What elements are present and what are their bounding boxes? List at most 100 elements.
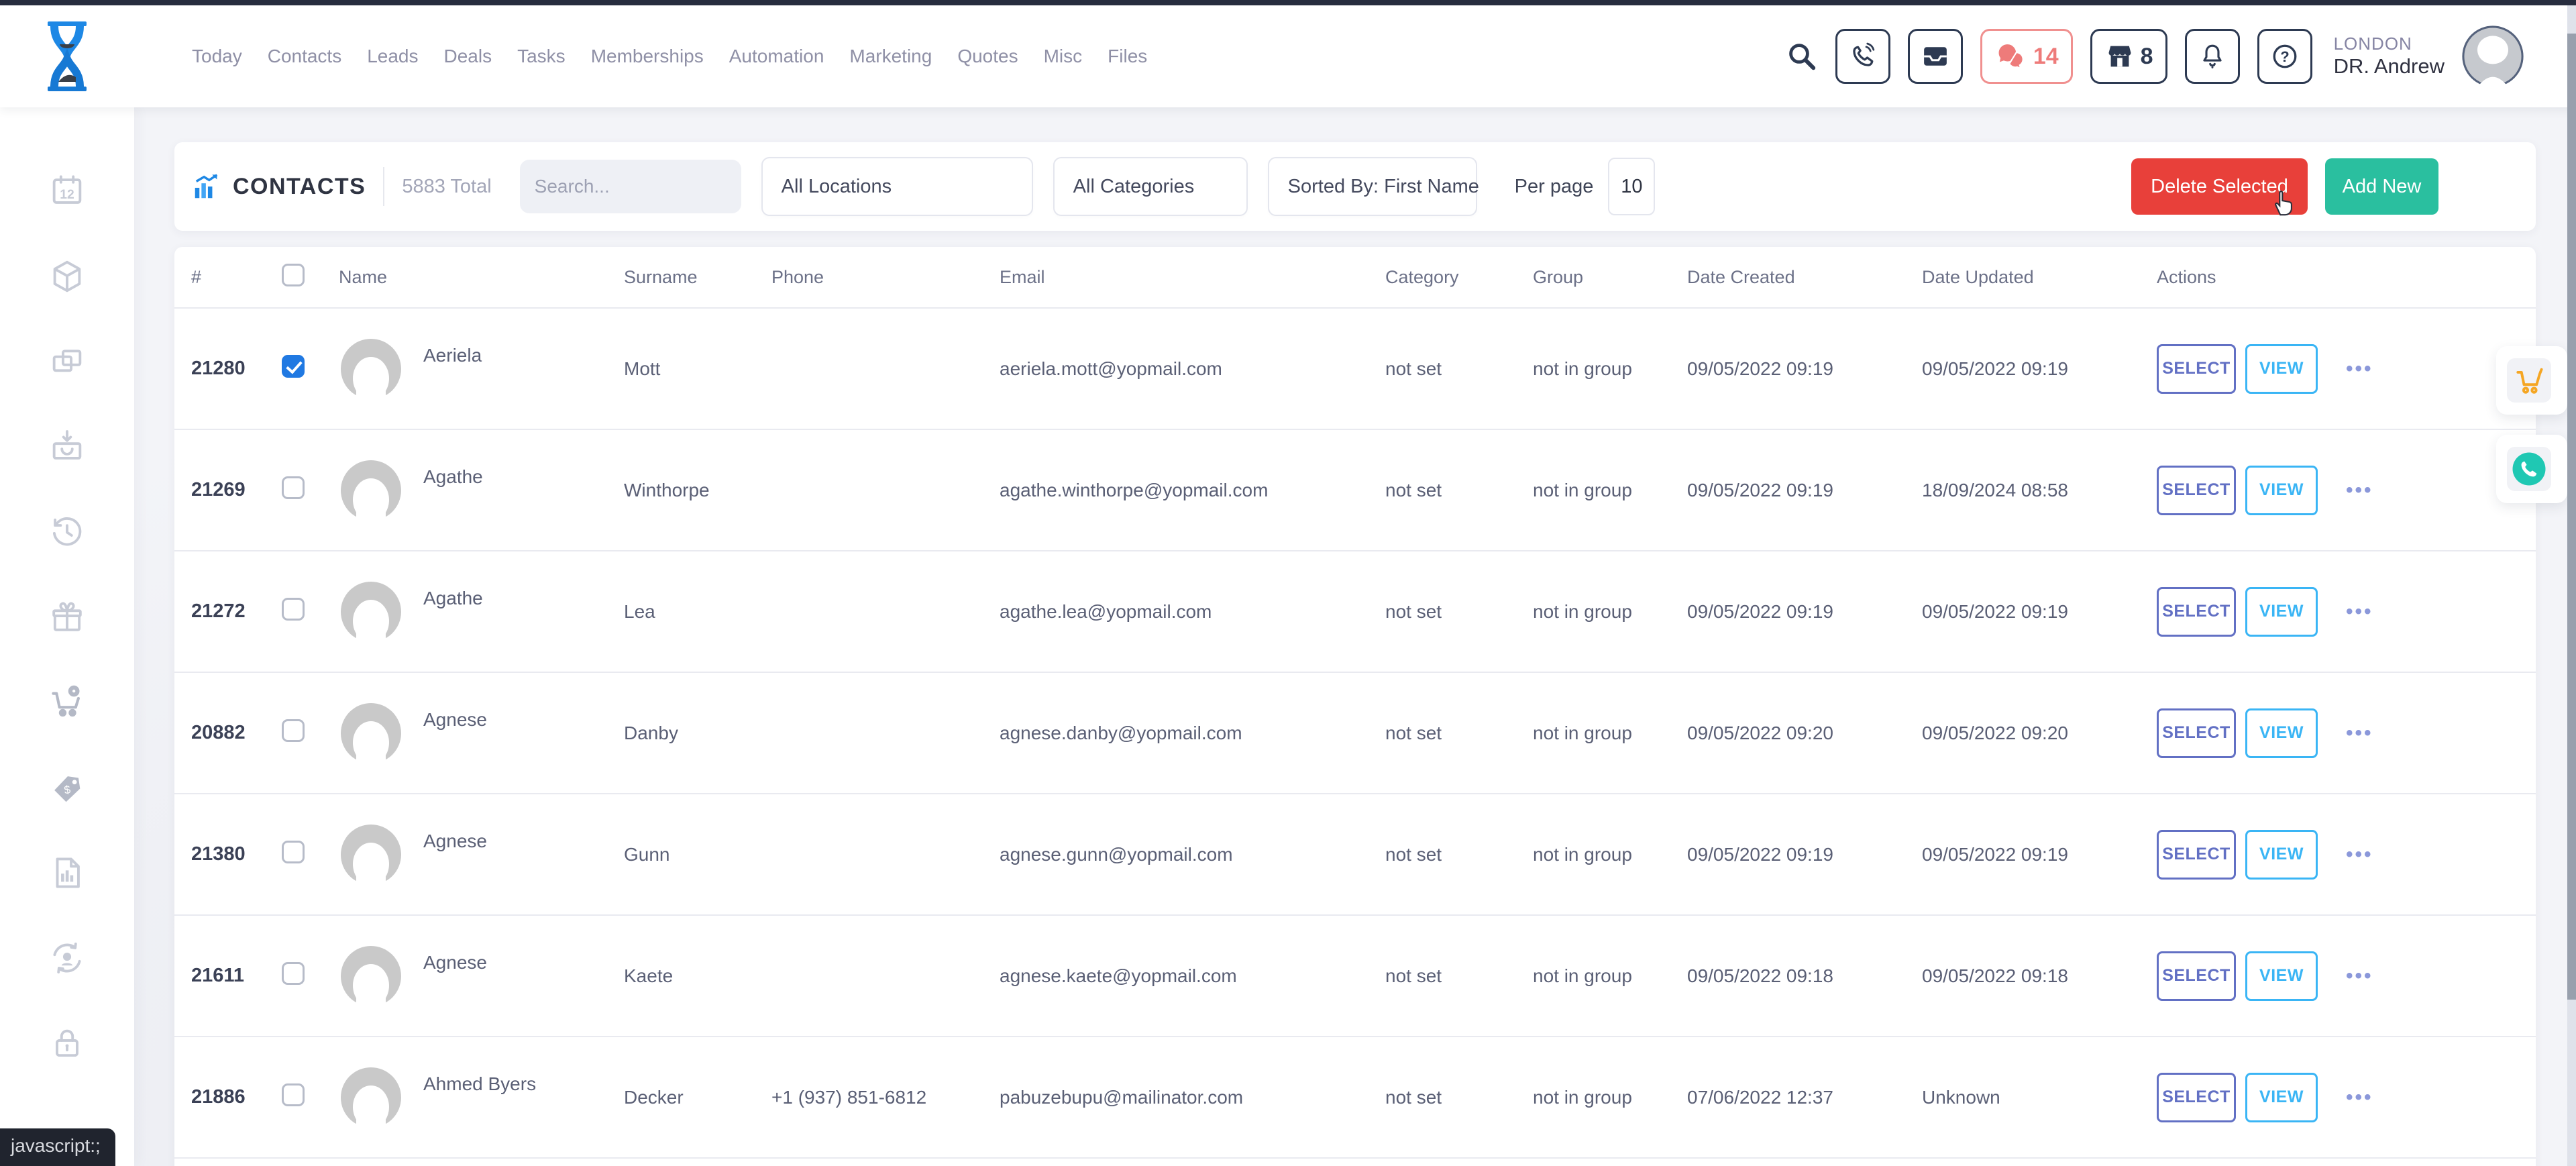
contact-id: 21280 — [191, 358, 282, 380]
contact-date-updated: 18/09/2024 08:58 — [1922, 480, 2157, 501]
nav-item-misc[interactable]: Misc — [1044, 46, 1083, 67]
contact-surname: Danby — [624, 723, 771, 744]
contact-date-updated: 09/05/2022 09:20 — [1922, 723, 2157, 744]
status-bar-tooltip: javascript:; — [0, 1128, 115, 1166]
call-button[interactable] — [1835, 29, 1890, 84]
row-checkbox[interactable] — [282, 841, 305, 863]
cart-widget-button[interactable] — [2507, 358, 2551, 403]
history-icon[interactable] — [48, 513, 87, 551]
view-button[interactable]: VIEW — [2245, 708, 2318, 758]
user-sync-icon[interactable] — [48, 939, 87, 977]
delete-selected-button[interactable]: Delete Selected — [2131, 158, 2308, 215]
row-checkbox[interactable] — [282, 719, 305, 742]
row-checkbox[interactable] — [282, 1083, 305, 1106]
row-checkbox[interactable] — [282, 962, 305, 985]
col-name: Name — [339, 267, 624, 288]
chat-bubbles-icon — [1994, 40, 2028, 73]
select-button[interactable]: SELECT — [2157, 344, 2236, 394]
contact-date-created: 09/05/2022 09:19 — [1687, 601, 1922, 623]
search-input[interactable] — [535, 176, 777, 197]
row-menu-dots[interactable]: ••• — [2346, 843, 2373, 866]
row-menu-dots[interactable]: ••• — [2346, 722, 2373, 745]
nav-item-leads[interactable]: Leads — [367, 46, 418, 67]
hourglass-logo-icon — [46, 20, 88, 93]
scrollbar-thumb[interactable] — [2567, 34, 2576, 1000]
store-icon — [2104, 41, 2135, 72]
view-button[interactable]: VIEW — [2245, 830, 2318, 880]
price-tag-icon[interactable]: $ — [48, 768, 87, 807]
locations-filter[interactable]: All Locations — [761, 157, 1033, 216]
contact-id: 21380 — [191, 843, 282, 865]
row-menu-dots[interactable]: ••• — [2346, 600, 2373, 623]
divider — [383, 167, 384, 206]
nav-item-memberships[interactable]: Memberships — [591, 46, 704, 67]
select-button[interactable]: SELECT — [2157, 708, 2236, 758]
avatar — [339, 337, 403, 401]
contact-id: 21269 — [191, 479, 282, 501]
header-actions: 14 8 — [1786, 25, 2524, 87]
package-icon[interactable] — [48, 257, 87, 296]
view-button[interactable]: VIEW — [2245, 587, 2318, 637]
contact-first-name: Agathe — [423, 588, 483, 609]
notifications-button[interactable] — [2185, 29, 2240, 84]
select-button[interactable]: SELECT — [2157, 587, 2236, 637]
nav-item-today[interactable]: Today — [192, 46, 242, 67]
table-row: 21272 Agathe Lea agathe.lea@yopmail.com … — [174, 551, 2536, 673]
row-checkbox[interactable] — [282, 355, 305, 378]
view-button[interactable]: VIEW — [2245, 466, 2318, 515]
chat-button[interactable]: 14 — [1980, 29, 2073, 84]
calendar-icon[interactable]: 12 — [48, 172, 87, 211]
select-button[interactable]: SELECT — [2157, 951, 2236, 1001]
svg-text:?: ? — [2280, 48, 2289, 65]
duplicate-icon[interactable] — [48, 342, 87, 381]
row-menu-dots[interactable]: ••• — [2346, 479, 2373, 502]
help-button[interactable]: ? — [2257, 29, 2312, 84]
nav-item-deals[interactable]: Deals — [444, 46, 492, 67]
select-all-checkbox[interactable] — [282, 264, 305, 286]
header: Today Contacts Leads Deals Tasks Members… — [0, 5, 2576, 107]
contacts-search[interactable] — [520, 160, 741, 213]
import-box-icon[interactable] — [48, 427, 87, 466]
select-button[interactable]: SELECT — [2157, 830, 2236, 880]
avatar — [339, 823, 403, 887]
contact-email: agathe.lea@yopmail.com — [1000, 601, 1385, 623]
call-widget-button[interactable] — [2507, 447, 2551, 491]
table-header-row: # Name Surname Phone Email Category Grou… — [174, 247, 2536, 309]
select-button[interactable]: SELECT — [2157, 466, 2236, 515]
nav-item-tasks[interactable]: Tasks — [517, 46, 566, 67]
nav-item-automation[interactable]: Automation — [729, 46, 824, 67]
report-icon[interactable] — [48, 853, 87, 892]
nav-item-contacts[interactable]: Contacts — [268, 46, 342, 67]
gift-icon[interactable] — [48, 598, 87, 637]
contact-date-created: 09/05/2022 09:19 — [1687, 844, 1922, 865]
nav-item-quotes[interactable]: Quotes — [957, 46, 1018, 67]
select-button[interactable]: SELECT — [2157, 1073, 2236, 1122]
store-button[interactable]: 8 — [2090, 29, 2167, 84]
view-button[interactable]: VIEW — [2245, 951, 2318, 1001]
contact-first-name: Agnese — [423, 709, 487, 731]
view-button[interactable]: VIEW — [2245, 1073, 2318, 1122]
sort-filter[interactable]: Sorted By: First Name — [1268, 157, 1477, 216]
contact-id: 21611 — [191, 965, 282, 987]
contact-first-name: Aeriela — [423, 345, 482, 366]
row-menu-dots[interactable]: ••• — [2346, 1086, 2373, 1109]
row-checkbox[interactable] — [282, 598, 305, 621]
app-logo[interactable] — [0, 20, 134, 93]
row-checkbox[interactable] — [282, 476, 305, 499]
add-new-button[interactable]: Add New — [2325, 158, 2438, 215]
nav-item-files[interactable]: Files — [1108, 46, 1147, 67]
row-menu-dots[interactable]: ••• — [2346, 965, 2373, 988]
row-menu-dots[interactable]: ••• — [2346, 358, 2373, 380]
user-avatar[interactable] — [2462, 25, 2524, 87]
user-block[interactable]: LONDON DR. Andrew — [2334, 34, 2445, 78]
categories-filter[interactable]: All Categories — [1053, 157, 1248, 216]
contact-first-name: Agnese — [423, 831, 487, 852]
contact-group: not in group — [1533, 1087, 1687, 1108]
view-button[interactable]: VIEW — [2245, 344, 2318, 394]
search-icon[interactable] — [1786, 40, 1818, 72]
nav-item-marketing[interactable]: Marketing — [849, 46, 932, 67]
inbox-button[interactable] — [1908, 29, 1963, 84]
lock-icon[interactable] — [48, 1024, 87, 1063]
cart-settings-icon[interactable] — [48, 683, 87, 722]
per-page-input[interactable]: 10 — [1608, 158, 1655, 215]
